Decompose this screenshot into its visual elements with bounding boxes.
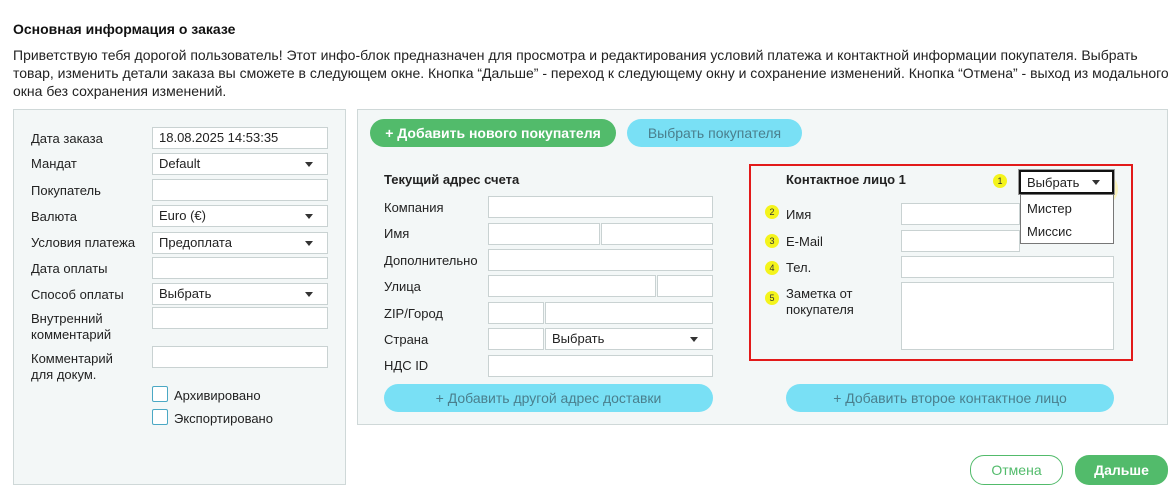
street-field[interactable]	[488, 275, 656, 297]
contact-note-label: Заметка от покупателя	[786, 286, 854, 317]
buyer-field[interactable]	[152, 179, 328, 201]
street-label: Улица	[384, 279, 421, 294]
country-select[interactable]: Выбрать	[545, 328, 713, 350]
currency-select[interactable]: Euro (€)	[152, 205, 328, 227]
payment-method-label: Способ оплаты	[31, 287, 124, 302]
vat-id-field[interactable]	[488, 355, 713, 377]
contact-name-field[interactable]	[901, 203, 1020, 225]
contact-phone-label: Тел.	[786, 260, 812, 275]
currency-label: Валюта	[31, 209, 77, 224]
contact-email-field[interactable]	[901, 230, 1020, 252]
intro-text: Приветствую тебя дорогой пользователь! Э…	[13, 47, 1168, 99]
billing-address-title: Текущий адрес счета	[384, 172, 520, 187]
mandate-select[interactable]: Default	[152, 153, 328, 175]
company-field[interactable]	[488, 196, 713, 218]
salutation-select[interactable]: Выбрать	[1019, 170, 1114, 194]
add-new-buyer-button[interactable]: + Добавить нового покупателя	[370, 119, 616, 147]
country-code-field[interactable]	[488, 328, 544, 350]
archived-checkbox[interactable]	[152, 386, 168, 402]
additional-field[interactable]	[488, 249, 713, 271]
contact-name-label: Имя	[786, 207, 812, 222]
page-title: Основная информация о заказе	[13, 21, 236, 37]
exported-label: Экспортировано	[174, 411, 273, 426]
payment-date-label: Дата оплаты	[31, 261, 108, 276]
payment-terms-select[interactable]: Предоплата	[152, 232, 328, 254]
contact-phone-field[interactable]	[901, 256, 1114, 278]
first-name-field[interactable]	[488, 223, 600, 245]
step-badge-2: 2	[765, 205, 779, 219]
exported-checkbox[interactable]	[152, 409, 168, 425]
name-label: Имя	[384, 226, 410, 241]
payment-terms-label: Условия платежа	[31, 235, 136, 250]
archived-label: Архивировано	[174, 388, 261, 403]
step-badge-3: 3	[765, 234, 779, 248]
internal-comment-label: Внутренний комментарий	[31, 311, 112, 342]
order-date-field[interactable]: 18.08.2025 14:53:35	[152, 127, 328, 149]
salutation-option-missis[interactable]: Миссис	[1027, 224, 1072, 239]
chevron-down-icon	[1092, 180, 1100, 185]
buyer-label: Покупатель	[31, 183, 101, 198]
doc-comment-label: Комментарий для докум.	[31, 351, 113, 382]
salutation-dropdown: Мистер Миссис	[1020, 194, 1114, 244]
order-date-label: Дата заказа	[31, 131, 103, 146]
city-field[interactable]	[545, 302, 713, 324]
step-badge-4: 4	[765, 261, 779, 275]
additional-label: Дополнительно	[384, 253, 478, 268]
payment-date-field[interactable]	[152, 257, 328, 279]
add-second-contact-button[interactable]: + Добавить второе контактное лицо	[786, 384, 1114, 412]
step-badge-5: 5	[765, 291, 779, 305]
country-label: Страна	[384, 332, 429, 347]
house-number-field[interactable]	[657, 275, 713, 297]
mandate-label: Мандат	[31, 156, 77, 171]
select-buyer-button[interactable]: Выбрать покупателя	[627, 119, 802, 147]
company-label: Компания	[384, 200, 444, 215]
next-button[interactable]: Дальше	[1075, 455, 1168, 485]
step-badge-1: 1	[993, 174, 1007, 188]
last-name-field[interactable]	[601, 223, 713, 245]
doc-comment-field[interactable]	[152, 346, 328, 368]
contact-title: Контактное лицо 1	[786, 172, 906, 187]
payment-method-select[interactable]: Выбрать	[152, 283, 328, 305]
cancel-button[interactable]: Отмена	[970, 455, 1063, 485]
vat-id-label: НДС ID	[384, 358, 429, 373]
contact-email-label: E-Mail	[786, 234, 823, 249]
salutation-option-mister[interactable]: Мистер	[1027, 201, 1072, 216]
internal-comment-field[interactable]	[152, 307, 328, 329]
zip-field[interactable]	[488, 302, 544, 324]
add-delivery-address-button[interactable]: + Добавить другой адрес доставки	[384, 384, 713, 412]
zip-city-label: ZIP/Город	[384, 306, 443, 321]
contact-note-textarea[interactable]	[901, 282, 1114, 350]
